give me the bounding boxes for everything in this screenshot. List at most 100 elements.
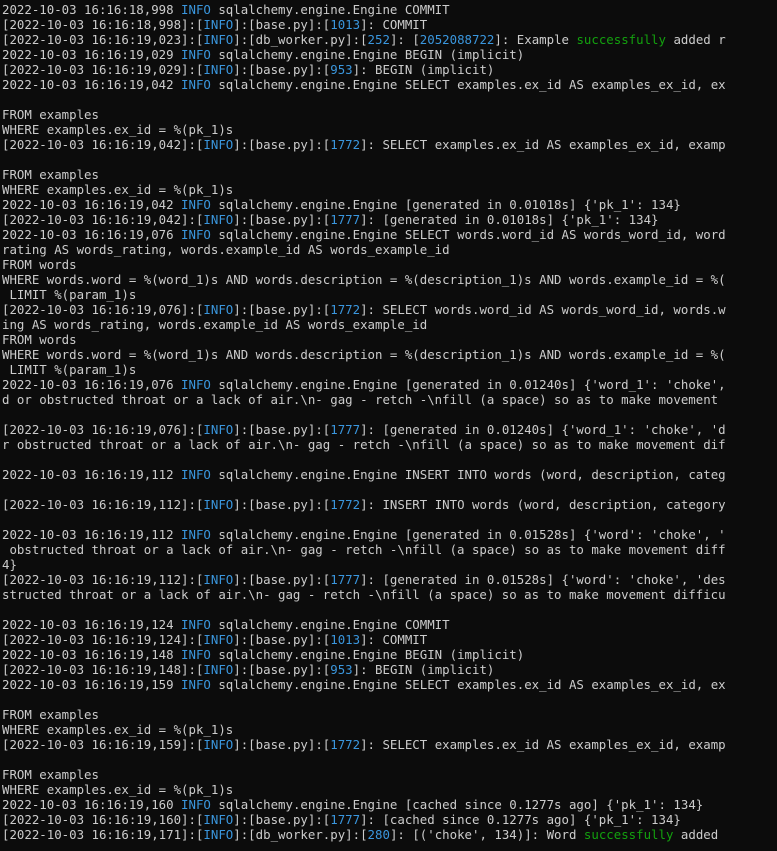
log-line: [2022-10-03 16:16:19,042]:[INFO]:[base.p…: [2, 212, 777, 227]
log-line: 2022-10-03 16:16:18,998 INFO sqlalchemy.…: [2, 2, 777, 17]
log-line: WHERE examples.ex_id = %(pk_1)s: [2, 782, 777, 797]
log-level: INFO: [203, 812, 234, 827]
log-level: INFO: [203, 212, 234, 227]
log-text: obstructed throat or a lack of air.\n- g…: [2, 542, 726, 557]
log-success: successfully: [576, 32, 666, 47]
log-number: 1777: [330, 212, 361, 227]
log-line: [2022-10-03 16:16:19,148]:[INFO]:[base.p…: [2, 662, 777, 677]
log-text: [2022-10-03 16:16:19,124]:[: [2, 632, 204, 647]
log-text: sqlalchemy.engine.Engine [generated in 0…: [210, 527, 726, 542]
log-text: ]:[base.py]:[: [233, 812, 331, 827]
log-text: sqlalchemy.engine.Engine SELECT words.wo…: [210, 227, 726, 242]
log-text: WHERE examples.ex_id = %(pk_1)s: [2, 182, 234, 197]
log-text: ]:[base.py]:[: [233, 497, 331, 512]
log-text: sqlalchemy.engine.Engine INSERT INTO wor…: [210, 467, 726, 482]
log-level: INFO: [181, 797, 211, 812]
log-line: WHERE words.word = %(word_1)s AND words.…: [2, 347, 777, 362]
log-text: ]: [: [389, 32, 420, 47]
log-text: 2022-10-03 16:16:19,076: [2, 377, 182, 392]
log-line: 2022-10-03 16:16:19,042 INFO sqlalchemy.…: [2, 197, 777, 212]
log-text: sqlalchemy.engine.Engine SELECT examples…: [210, 77, 726, 92]
log-text: ]:[db_worker.py]:[: [233, 827, 368, 842]
log-text: [2022-10-03 16:16:19,112]:[: [2, 497, 204, 512]
log-text: WHERE examples.ex_id = %(pk_1)s: [2, 722, 234, 737]
log-line: 2022-10-03 16:16:19,159 INFO sqlalchemy.…: [2, 677, 777, 692]
log-text: ]:[base.py]:[: [233, 662, 331, 677]
log-text: sqlalchemy.engine.Engine [generated in 0…: [210, 197, 681, 212]
log-text: [2022-10-03 16:16:19,076]:[: [2, 302, 204, 317]
log-line: LIMIT %(param_1)s: [2, 362, 777, 377]
log-level: INFO: [203, 572, 234, 587]
log-text: added: [673, 827, 719, 842]
log-text: 2022-10-03 16:16:18,998: [2, 2, 182, 17]
log-text: ]: BEGIN (implicit): [352, 62, 495, 77]
log-text: ]: COMMIT: [360, 17, 428, 32]
log-level: INFO: [203, 302, 234, 317]
log-line: FROM examples: [2, 107, 777, 122]
log-text: ]: [generated in 0.01528s] {'word': 'cho…: [360, 572, 726, 587]
log-text: sqlalchemy.engine.Engine BEGIN (implicit…: [210, 647, 525, 662]
log-level: INFO: [181, 467, 211, 482]
log-success: successfully: [583, 827, 674, 842]
log-level: INFO: [181, 677, 211, 692]
log-level: INFO: [181, 227, 211, 242]
log-line: ing AS words_rating, words.example_id AS…: [2, 317, 777, 332]
log-text: ]:[base.py]:[: [233, 62, 331, 77]
log-number: 1772: [330, 737, 361, 752]
log-text: [2022-10-03 16:16:19,042]:[: [2, 137, 204, 152]
log-line: [2022-10-03 16:16:19,076]:[INFO]:[base.p…: [2, 302, 777, 317]
log-line: WHERE examples.ex_id = %(pk_1)s: [2, 122, 777, 137]
log-line: 2022-10-03 16:16:19,112 INFO sqlalchemy.…: [2, 467, 777, 482]
log-text: WHERE words.word = %(word_1)s AND words.…: [2, 347, 726, 362]
log-line: 2022-10-03 16:16:19,029 INFO sqlalchemy.…: [2, 47, 777, 62]
log-text: sqlalchemy.engine.Engine SELECT examples…: [210, 677, 726, 692]
log-text: ]:[base.py]:[: [233, 212, 331, 227]
log-number: 953: [330, 62, 353, 77]
log-level: INFO: [181, 197, 211, 212]
log-line: 2022-10-03 16:16:19,042 INFO sqlalchemy.…: [2, 77, 777, 92]
log-number: 1013: [330, 632, 361, 647]
log-text: ]: COMMIT: [360, 632, 428, 647]
log-level: INFO: [203, 62, 234, 77]
log-text: ]: BEGIN (implicit): [352, 662, 495, 677]
log-level: INFO: [203, 422, 234, 437]
log-text: ]:[base.py]:[: [233, 422, 331, 437]
terminal-output[interactable]: 2022-10-03 16:16:18,998 INFO sqlalchemy.…: [0, 0, 777, 851]
log-line: [2022-10-03 16:16:19,112]:[INFO]:[base.p…: [2, 572, 777, 587]
log-text: ]:[base.py]:[: [233, 17, 331, 32]
log-text: 2022-10-03 16:16:19,076: [2, 227, 182, 242]
log-number: 1772: [330, 497, 361, 512]
log-text: rating AS words_rating, words.example_id…: [2, 242, 450, 257]
log-text: sqlalchemy.engine.Engine [generated in 0…: [210, 377, 726, 392]
log-line: [2022-10-03 16:16:19,042]:[INFO]:[base.p…: [2, 137, 777, 152]
log-text: FROM examples: [2, 767, 99, 782]
log-text: WHERE examples.ex_id = %(pk_1)s: [2, 782, 234, 797]
log-text: ]:[base.py]:[: [233, 632, 331, 647]
log-line: r obstructed throat or a lack of air.\n-…: [2, 437, 777, 452]
log-text: 2022-10-03 16:16:19,160: [2, 797, 182, 812]
log-text: structed throat or a lack of air.\n- gag…: [2, 587, 726, 602]
log-line: 2022-10-03 16:16:19,112 INFO sqlalchemy.…: [2, 527, 777, 542]
log-level: INFO: [203, 827, 234, 842]
log-line: [2022-10-03 16:16:19,171]:[INFO]:[db_wor…: [2, 827, 777, 842]
log-number: 1772: [330, 137, 361, 152]
log-text: WHERE words.word = %(word_1)s AND words.…: [2, 272, 726, 287]
log-text: FROM words: [2, 332, 77, 347]
log-line: 2022-10-03 16:16:19,160 INFO sqlalchemy.…: [2, 797, 777, 812]
log-text: [2022-10-03 16:16:19,159]:[: [2, 737, 204, 752]
log-text: [2022-10-03 16:16:19,171]:[: [2, 827, 204, 842]
log-text: sqlalchemy.engine.Engine [cached since 0…: [210, 797, 704, 812]
log-level: INFO: [203, 497, 234, 512]
log-level: INFO: [181, 647, 211, 662]
log-text: 2022-10-03 16:16:19,112: [2, 527, 182, 542]
log-text: 2022-10-03 16:16:19,124: [2, 617, 182, 632]
log-text: sqlalchemy.engine.Engine COMMIT: [210, 617, 450, 632]
log-level: INFO: [181, 377, 211, 392]
log-level: INFO: [203, 737, 234, 752]
log-level: INFO: [181, 527, 211, 542]
